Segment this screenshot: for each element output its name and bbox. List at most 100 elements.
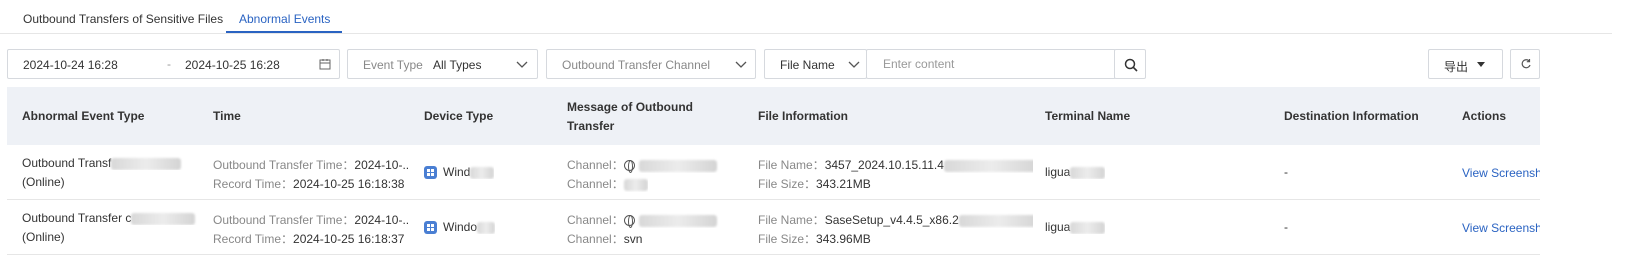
- date-separator: -: [167, 57, 171, 71]
- file-size-value: 343.96MB: [816, 232, 871, 246]
- refresh-icon: [1521, 59, 1531, 69]
- file-name-label: File Name：: [758, 158, 825, 172]
- record-time-label: Record Time：: [213, 232, 294, 246]
- terminal-name-text: ligua: [1045, 220, 1071, 234]
- destination-cell: -: [1284, 220, 1288, 234]
- calendar-icon[interactable]: [319, 58, 331, 70]
- record-time-value: 2024-10-25 16:18:37: [293, 232, 405, 246]
- globe-icon: [623, 215, 635, 228]
- event-type-cell: Outbound Transfer c: [22, 211, 202, 225]
- file-size-label: File Size：: [758, 177, 817, 191]
- redacted-text: [638, 159, 717, 172]
- channel-line-1: Channel：: [567, 156, 727, 173]
- terminal-name-text: ligua: [1045, 165, 1071, 179]
- file-name-value: 3457_2024.10.15.11.4: [824, 158, 944, 172]
- file-size: File Size：343.96MB: [758, 230, 871, 247]
- channel-label: Channel：: [567, 213, 624, 227]
- table-header: Abnormal Event Type Time Device Type Mes…: [7, 87, 1540, 145]
- transfer-time: Outbound Transfer Time：2024-10-...: [213, 211, 408, 228]
- channel-value: svn: [623, 232, 643, 246]
- search-input[interactable]: [867, 50, 1115, 78]
- view-screenshot-link[interactable]: View Screenshot: [1462, 221, 1540, 235]
- file-size: File Size：343.21MB: [758, 175, 871, 192]
- export-label: 导出: [1444, 60, 1469, 74]
- file-size-value: 343.21MB: [816, 177, 871, 191]
- transfer-time-value: 2024-10-...: [354, 158, 408, 172]
- event-type-label: Event Type: [363, 58, 423, 72]
- transfer-time-label: Outbound Transfer Time：: [213, 213, 355, 227]
- event-type-cell: Outbound Transf: [22, 156, 202, 170]
- event-type-status: (Online): [22, 230, 65, 244]
- chevron-down-icon[interactable]: [516, 61, 528, 69]
- view-screenshot-link[interactable]: View Screenshot: [1462, 166, 1540, 180]
- search-field-value[interactable]: File Name: [780, 58, 835, 72]
- terminal-name-cell: ligua: [1045, 165, 1106, 179]
- device-type-cell: Windo: [424, 220, 496, 235]
- search-button[interactable]: [1114, 49, 1146, 79]
- search-input-wrapper: [866, 49, 1116, 79]
- date-end-value[interactable]: 2024-10-25 16:28: [185, 58, 280, 72]
- redacted-text: [1070, 221, 1106, 234]
- transfer-time-value: 2024-10-...: [354, 213, 408, 227]
- channel-label: Channel：: [567, 177, 624, 191]
- redacted-text: [477, 221, 496, 234]
- chevron-down-icon[interactable]: [848, 61, 860, 69]
- device-type-text: Windo: [443, 220, 478, 234]
- transfer-time-label: Outbound Transfer Time：: [213, 158, 355, 172]
- event-type-text: Outbound Transfer c: [22, 211, 132, 225]
- redacted-text: [958, 214, 1033, 227]
- channel-line-2: Channel：svn: [567, 230, 642, 247]
- caret-down-icon: [1477, 62, 1485, 67]
- export-button[interactable]: 导出: [1428, 49, 1503, 79]
- outbound-channel-select[interactable]: Outbound Transfer Channel: [546, 49, 756, 79]
- redacted-text: [1070, 166, 1106, 179]
- transfer-time: Outbound Transfer Time：2024-10-...: [213, 156, 408, 173]
- event-type-select[interactable]: Event Type All Types: [347, 49, 538, 79]
- windows-icon: [424, 221, 437, 235]
- channel-line-1: Channel：: [567, 211, 727, 228]
- destination-cell: -: [1284, 165, 1288, 179]
- header-actions: Actions: [1462, 109, 1507, 123]
- device-type-cell: Wind: [424, 165, 495, 180]
- record-time: Record Time：2024-10-25 16:18:38: [213, 175, 404, 192]
- page-margin: [1612, 0, 1640, 268]
- header-event-type: Abnormal Event Type: [22, 109, 145, 123]
- redacted-text: [638, 214, 717, 227]
- record-time-value: 2024-10-25 16:18:38: [293, 177, 405, 191]
- redacted-text: [623, 178, 648, 191]
- redacted-text: [943, 159, 1033, 172]
- active-tab-indicator: [226, 31, 342, 33]
- windows-icon: [424, 166, 437, 180]
- tab-outbound-transfers[interactable]: Outbound Transfers of Sensitive Files: [23, 12, 223, 34]
- file-name-value: SaseSetup_v4.4.5_x86.2: [824, 213, 959, 227]
- event-type-value[interactable]: All Types: [433, 58, 481, 72]
- channel-label: Channel：: [567, 232, 624, 246]
- channel-line-2: Channel：: [567, 175, 648, 192]
- header-device-type: Device Type: [424, 109, 494, 123]
- file-name-label: File Name：: [758, 213, 825, 227]
- redacted-text: [131, 212, 196, 225]
- search-field-select[interactable]: File Name: [764, 49, 867, 79]
- header-message-line1: Message of Outbound: [567, 100, 693, 114]
- outbound-channel-placeholder: Outbound Transfer Channel: [562, 58, 711, 72]
- refresh-button[interactable]: [1510, 49, 1540, 79]
- date-start-value[interactable]: 2024-10-24 16:28: [23, 58, 118, 72]
- tab-bar: Outbound Transfers of Sensitive Files Ab…: [0, 0, 1612, 34]
- channel-label: Channel：: [567, 158, 624, 172]
- device-type-text: Wind: [443, 165, 471, 179]
- redacted-text: [111, 157, 182, 170]
- date-range-picker[interactable]: 2024-10-24 16:28 - 2024-10-25 16:28: [7, 49, 340, 79]
- globe-icon: [623, 160, 635, 173]
- search-icon: [1124, 58, 1138, 72]
- header-file-information: File Information: [758, 109, 848, 123]
- header-destination: Destination Information: [1284, 109, 1419, 123]
- header-time: Time: [213, 109, 241, 123]
- terminal-name-cell: ligua: [1045, 220, 1106, 234]
- event-type-status: (Online): [22, 175, 65, 189]
- header-message-line2: Transfer: [567, 119, 615, 133]
- chevron-down-icon[interactable]: [735, 61, 747, 69]
- header-terminal-name: Terminal Name: [1045, 109, 1131, 123]
- redacted-text: [470, 166, 495, 179]
- event-type-text: Outbound Transf: [22, 156, 112, 170]
- record-time-label: Record Time：: [213, 177, 294, 191]
